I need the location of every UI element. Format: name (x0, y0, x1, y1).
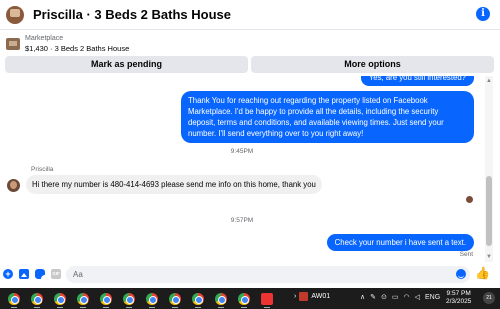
conversation-title[interactable]: Priscilla · 3 Beds 2 Baths House (33, 7, 231, 22)
listing-thumbnail (6, 38, 20, 50)
like-icon[interactable]: 👍 (475, 266, 490, 280)
clock-date: 2/3/2025 (446, 298, 472, 305)
incoming-message[interactable]: Hi there my number is 480-414-4693 pleas… (26, 175, 322, 194)
message-timestamp: 9:57PM (230, 217, 254, 224)
window-icon (299, 292, 309, 301)
listing-actions: Mark as pending More options (5, 56, 494, 73)
image-icon[interactable] (19, 269, 29, 279)
scroll-up-icon[interactable]: ▲ (486, 78, 492, 84)
chrome-icon (146, 293, 158, 305)
read-receipt-avatar (466, 196, 473, 203)
active-window[interactable]: › AW01 (294, 292, 330, 301)
outgoing-message[interactable]: Check your number i have sent a text. (326, 234, 474, 251)
listing-category: Marketplace (25, 35, 64, 42)
windows-taskbar: › AW01 ∧ ✎ ⊙ ▭ ◠ ◁ ENG 9:57 PM 2/3/2025 … (0, 288, 500, 309)
more-options-button[interactable]: More options (251, 56, 494, 73)
scrollbar-thumb[interactable] (486, 176, 492, 246)
listing-summary[interactable]: Marketplace $1,430 · 3 Beds 2 Baths Hous… (0, 33, 500, 55)
speaker-icon[interactable]: ◁ (415, 293, 420, 301)
battery-icon[interactable]: ▭ (392, 293, 399, 301)
chrome-icon (238, 293, 250, 305)
listing-title: $1,430 · 3 Beds 2 Baths House (25, 44, 130, 53)
taskbar-app[interactable] (95, 290, 118, 308)
emoji-icon[interactable] (456, 269, 466, 279)
message-composer: + GIF 👍 (0, 264, 500, 286)
pdf-icon (261, 293, 273, 305)
info-icon[interactable]: i (476, 7, 490, 21)
sender-name: Priscilla (31, 166, 54, 173)
chevron-icon: › (294, 293, 297, 300)
chrome-icon (215, 293, 227, 305)
pen-icon[interactable]: ✎ (370, 293, 376, 301)
scroll-down-icon[interactable]: ▼ (486, 254, 492, 260)
taskbar-app[interactable] (210, 290, 233, 308)
taskbar-app[interactable] (118, 290, 141, 308)
listing-avatar[interactable] (6, 5, 24, 24)
chrome-icon (123, 293, 135, 305)
chrome-icon (8, 293, 20, 305)
outgoing-message[interactable]: Thank You for reaching out regarding the… (181, 91, 474, 143)
notification-badge[interactable]: 21 (483, 292, 495, 304)
taskbar-app[interactable] (72, 290, 95, 308)
language-indicator[interactable]: ENG (425, 294, 440, 301)
taskbar-clock[interactable]: 9:57 PM 2/3/2025 (446, 290, 471, 306)
tray-chevron-icon[interactable]: ∧ (360, 293, 365, 301)
taskbar-app[interactable] (256, 290, 279, 308)
taskbar-app[interactable] (187, 290, 210, 308)
sticker-icon[interactable] (35, 269, 45, 279)
message-input[interactable] (66, 266, 470, 283)
chrome-icon (54, 293, 66, 305)
chrome-icon (169, 293, 181, 305)
sender-avatar[interactable] (7, 179, 20, 192)
taskbar-app[interactable] (233, 290, 256, 308)
window-label: AW01 (311, 293, 331, 300)
taskbar-app[interactable] (26, 290, 49, 308)
chrome-icon (31, 293, 43, 305)
clock-time: 9:57 PM (446, 290, 471, 297)
taskbar-app[interactable] (3, 290, 26, 308)
plus-icon[interactable]: + (3, 269, 13, 279)
taskbar-app[interactable] (141, 290, 164, 308)
chrome-icon (77, 293, 89, 305)
taskbar-app[interactable] (164, 290, 187, 308)
chrome-icon (192, 293, 204, 305)
wifi-icon[interactable]: ◠ (404, 293, 410, 301)
mark-pending-button[interactable]: Mark as pending (5, 56, 248, 73)
message-thread: Yes, are you still interested? Thank You… (0, 76, 484, 262)
thread-scrollbar[interactable]: ▲ ▼ (485, 76, 493, 262)
outgoing-message[interactable]: Yes, are you still interested? (360, 76, 474, 86)
conversation-header: Priscilla · 3 Beds 2 Baths House i (0, 0, 500, 30)
message-timestamp: 9:45PM (230, 148, 254, 155)
listing-meta: Marketplace $1,430 · 3 Beds 2 Baths Hous… (25, 34, 129, 54)
network-icon[interactable]: ⊙ (381, 293, 387, 301)
taskbar-app[interactable] (49, 290, 72, 308)
chrome-icon (100, 293, 112, 305)
gif-icon[interactable]: GIF (51, 269, 61, 279)
sent-status: Sent (459, 251, 473, 258)
taskbar-apps (3, 290, 279, 308)
system-tray: ∧ ✎ ⊙ ▭ ◠ ◁ ENG (360, 293, 440, 302)
